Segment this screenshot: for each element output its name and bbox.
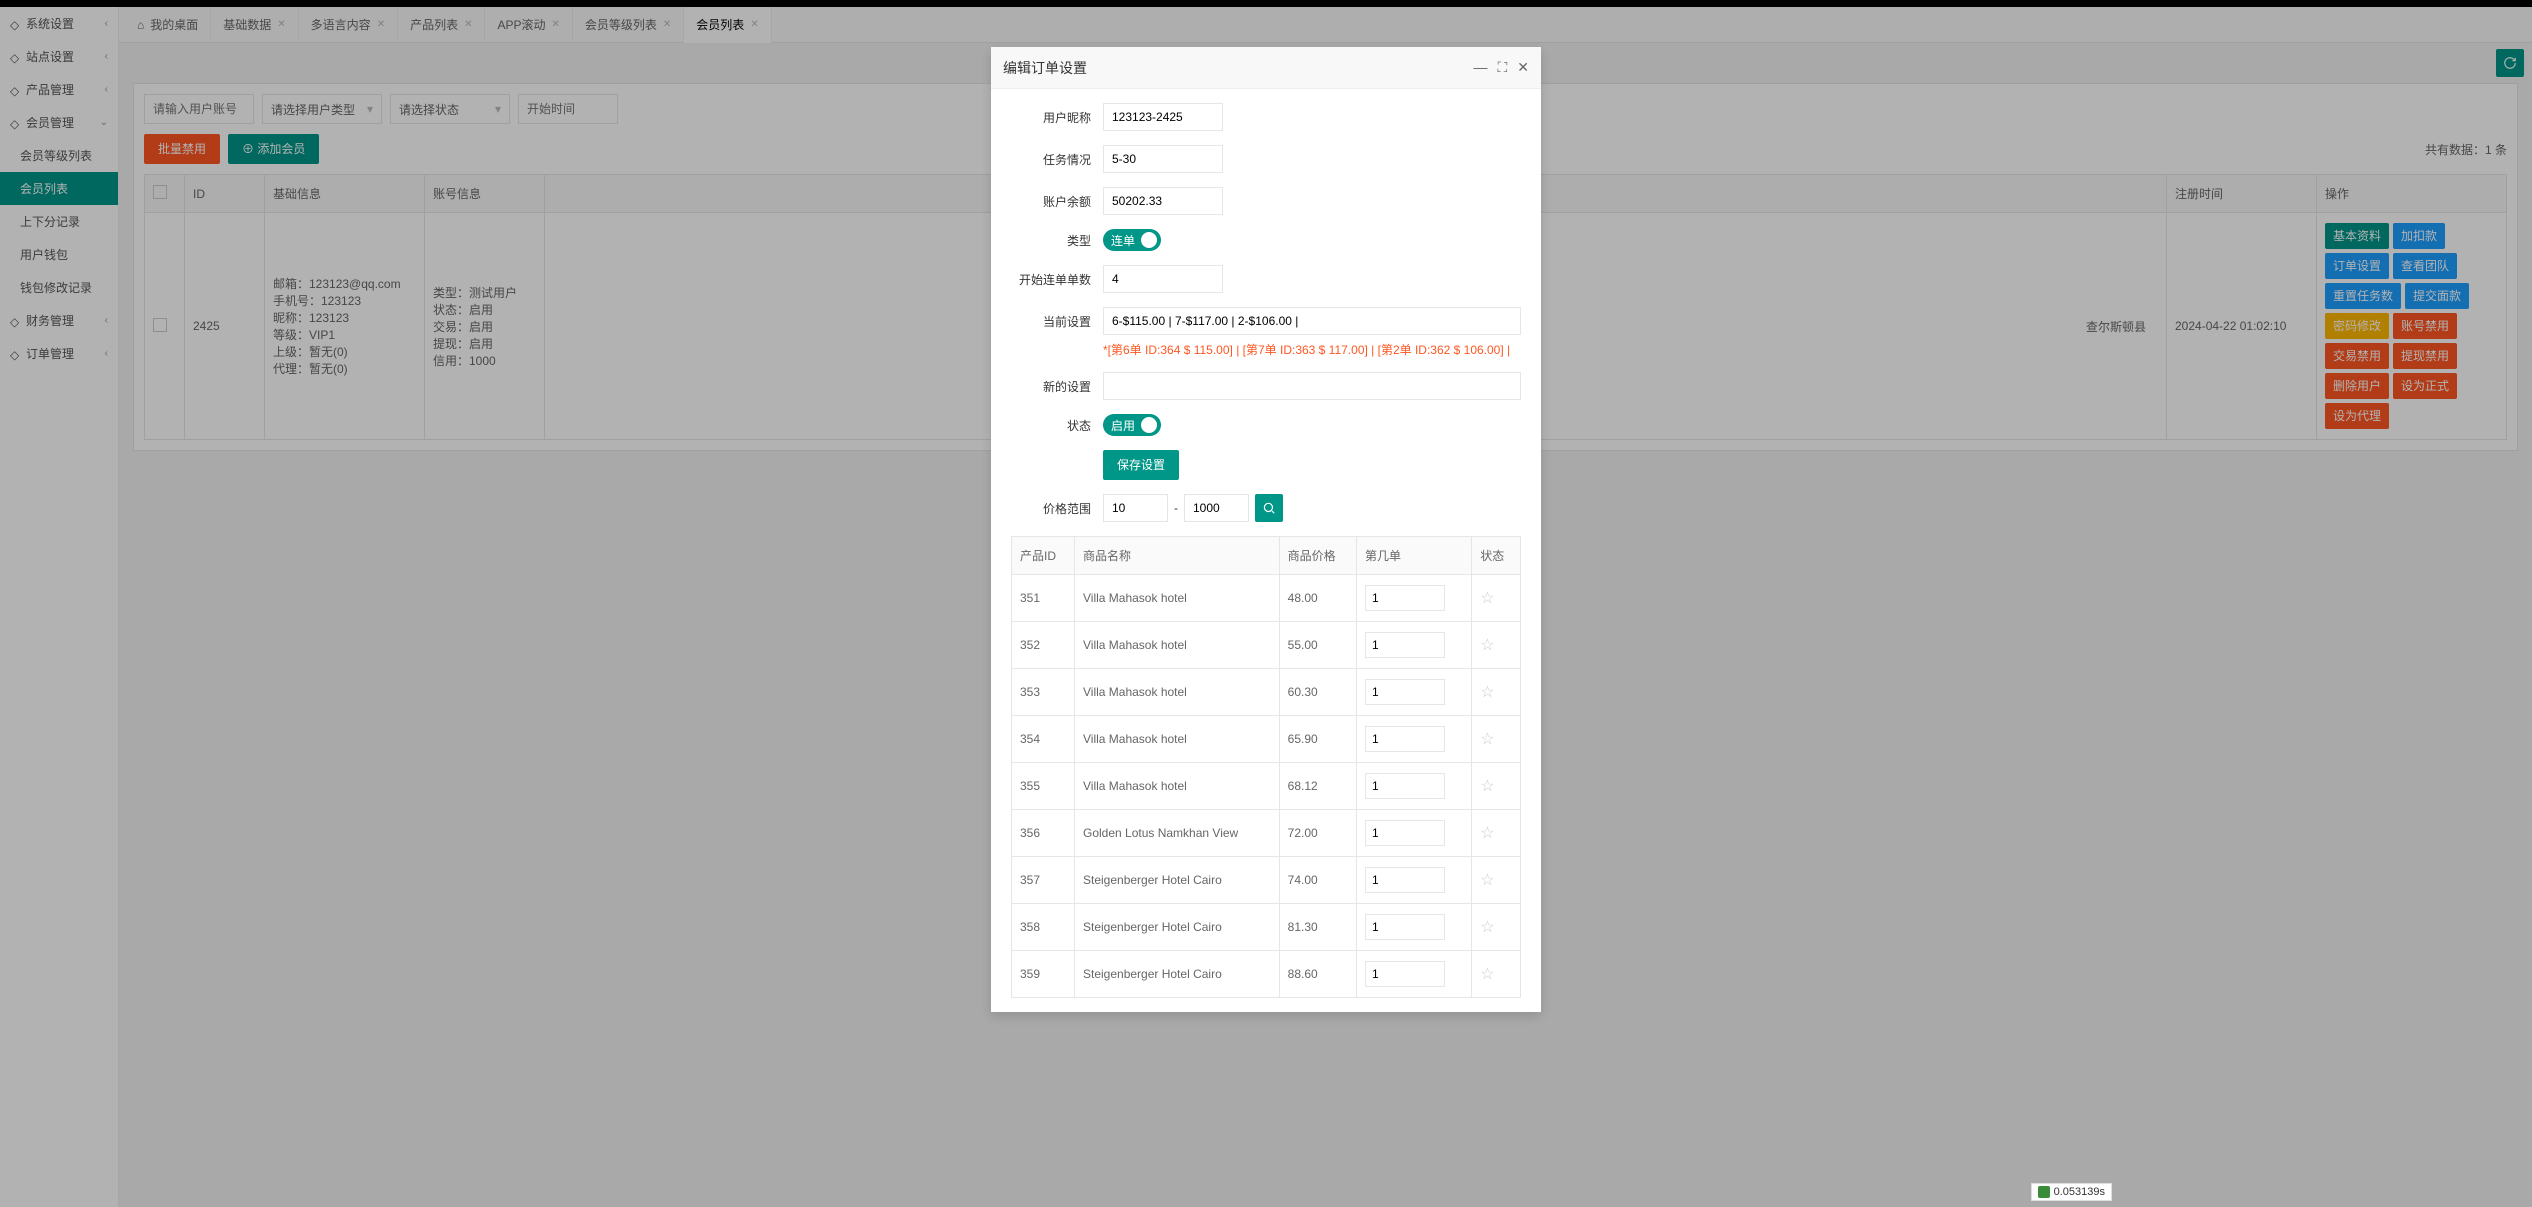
modal-overlay[interactable]: 编辑订单设置 — ⛶ ✕ 用户昵称 任务情况 账户余额 类型 连单 开始连单单数 … [0, 7, 2532, 1207]
price-from-input[interactable] [1103, 494, 1168, 522]
product-row: 351Villa Mahasok hotel48.00 ☆ [1012, 575, 1521, 622]
switch-knob [1141, 232, 1157, 248]
field-label: 用户昵称 [1011, 109, 1091, 126]
order-input[interactable] [1365, 867, 1445, 893]
search-icon [1262, 501, 1276, 515]
cell-pname: Golden Lotus Namkhan View [1075, 810, 1280, 857]
modal-title: 编辑订单设置 [1003, 58, 1087, 78]
cell-pname: Steigenberger Hotel Cairo [1075, 951, 1280, 998]
product-row: 356Golden Lotus Namkhan View72.00 ☆ [1012, 810, 1521, 857]
cell-pprice: 68.12 [1279, 763, 1356, 810]
start-count-input[interactable] [1103, 265, 1223, 293]
cell-pid: 359 [1012, 951, 1075, 998]
star-icon[interactable]: ☆ [1480, 872, 1494, 889]
field-label: 任务情况 [1011, 151, 1091, 168]
star-icon[interactable]: ☆ [1480, 919, 1494, 936]
modal-body: 用户昵称 任务情况 账户余额 类型 连单 开始连单单数 当前设置 *[第6单 ID:… [991, 89, 1541, 1012]
product-row: 353Villa Mahasok hotel60.30 ☆ [1012, 669, 1521, 716]
cell-pid: 354 [1012, 716, 1075, 763]
current-setting-input[interactable] [1103, 307, 1521, 335]
cell-pid: 355 [1012, 763, 1075, 810]
star-icon[interactable]: ☆ [1480, 966, 1494, 983]
cell-pprice: 48.00 [1279, 575, 1356, 622]
cell-pprice: 65.90 [1279, 716, 1356, 763]
field-label: 当前设置 [1011, 307, 1091, 330]
switch-label: 连单 [1111, 232, 1135, 249]
field-label: 价格范围 [1011, 500, 1091, 517]
field-label: 新的设置 [1011, 378, 1091, 395]
cell-pname: Steigenberger Hotel Cairo [1075, 904, 1280, 951]
perf-icon [2038, 1186, 2050, 1198]
order-input[interactable] [1365, 726, 1445, 752]
perf-text: 0.053139s [2054, 1186, 2105, 1198]
type-switch[interactable]: 连单 [1103, 229, 1161, 251]
maximize-icon[interactable]: ⛶ [1497, 59, 1507, 76]
field-label: 类型 [1011, 232, 1091, 249]
field-label: 开始连单单数 [1011, 271, 1091, 288]
cell-pname: Villa Mahasok hotel [1075, 716, 1280, 763]
product-row: 357Steigenberger Hotel Cairo74.00 ☆ [1012, 857, 1521, 904]
star-icon[interactable]: ☆ [1480, 637, 1494, 654]
price-to-input[interactable] [1184, 494, 1249, 522]
order-input[interactable] [1365, 914, 1445, 940]
order-input[interactable] [1365, 773, 1445, 799]
field-label: 账户余额 [1011, 193, 1091, 210]
task-input[interactable] [1103, 145, 1223, 173]
star-icon[interactable]: ☆ [1480, 731, 1494, 748]
cell-pprice: 55.00 [1279, 622, 1356, 669]
performance-badge: 0.053139s [2031, 1183, 2112, 1201]
cell-pprice: 88.60 [1279, 951, 1356, 998]
save-settings-button[interactable]: 保存设置 [1103, 450, 1179, 480]
col-product-id: 产品ID [1012, 537, 1075, 575]
balance-input[interactable] [1103, 187, 1223, 215]
star-icon[interactable]: ☆ [1480, 825, 1494, 842]
cell-pprice: 72.00 [1279, 810, 1356, 857]
star-icon[interactable]: ☆ [1480, 590, 1494, 607]
order-input[interactable] [1365, 820, 1445, 846]
order-settings-modal: 编辑订单设置 — ⛶ ✕ 用户昵称 任务情况 账户余额 类型 连单 开始连单单数 … [991, 47, 1541, 1012]
status-switch[interactable]: 启用 [1103, 414, 1161, 436]
cell-pname: Villa Mahasok hotel [1075, 622, 1280, 669]
cell-pid: 352 [1012, 622, 1075, 669]
product-row: 355Villa Mahasok hotel68.12 ☆ [1012, 763, 1521, 810]
star-icon[interactable]: ☆ [1480, 684, 1494, 701]
cell-pprice: 74.00 [1279, 857, 1356, 904]
cell-pid: 351 [1012, 575, 1075, 622]
product-table: 产品ID 商品名称 商品价格 第几单 状态 351Villa Mahasok h… [1011, 536, 1521, 998]
cell-pid: 358 [1012, 904, 1075, 951]
new-setting-input[interactable] [1103, 372, 1521, 400]
close-icon[interactable]: ✕ [1517, 59, 1529, 76]
cell-pid: 357 [1012, 857, 1075, 904]
product-row: 359Steigenberger Hotel Cairo88.60 ☆ [1012, 951, 1521, 998]
cell-pprice: 81.30 [1279, 904, 1356, 951]
col-product-order: 第几单 [1356, 537, 1471, 575]
product-row: 358Steigenberger Hotel Cairo81.30 ☆ [1012, 904, 1521, 951]
star-icon[interactable]: ☆ [1480, 778, 1494, 795]
price-search-button[interactable] [1255, 494, 1283, 522]
cell-pid: 353 [1012, 669, 1075, 716]
col-product-name: 商品名称 [1075, 537, 1280, 575]
cell-pname: Villa Mahasok hotel [1075, 669, 1280, 716]
nickname-input[interactable] [1103, 103, 1223, 131]
col-product-status: 状态 [1472, 537, 1521, 575]
range-separator: - [1174, 501, 1178, 515]
order-input[interactable] [1365, 585, 1445, 611]
col-product-price: 商品价格 [1279, 537, 1356, 575]
minimize-icon[interactable]: — [1473, 59, 1487, 76]
cell-pname: Steigenberger Hotel Cairo [1075, 857, 1280, 904]
modal-header: 编辑订单设置 — ⛶ ✕ [991, 47, 1541, 89]
switch-label: 启用 [1111, 417, 1135, 434]
order-input[interactable] [1365, 961, 1445, 987]
product-row: 354Villa Mahasok hotel65.90 ☆ [1012, 716, 1521, 763]
product-row: 352Villa Mahasok hotel55.00 ☆ [1012, 622, 1521, 669]
cell-pid: 356 [1012, 810, 1075, 857]
cell-pprice: 60.30 [1279, 669, 1356, 716]
order-input[interactable] [1365, 632, 1445, 658]
cell-pname: Villa Mahasok hotel [1075, 763, 1280, 810]
cell-pname: Villa Mahasok hotel [1075, 575, 1280, 622]
order-input[interactable] [1365, 679, 1445, 705]
switch-knob [1141, 417, 1157, 433]
field-label: 状态 [1011, 417, 1091, 434]
current-note: *[第6单 ID:364 $ 115.00] | [第7单 ID:363 $ 1… [1103, 341, 1521, 358]
